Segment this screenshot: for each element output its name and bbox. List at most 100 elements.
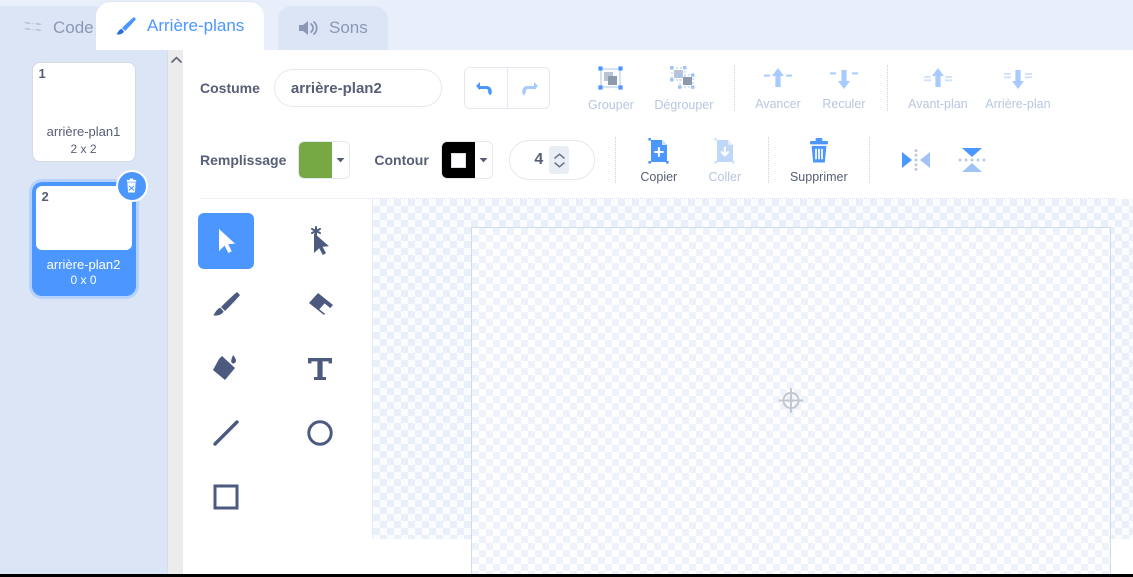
backdrop-number: 1 <box>38 66 46 81</box>
stroke-width-field[interactable]: 4 <box>508 140 595 180</box>
rect-tool[interactable] <box>198 469 254 525</box>
workspace <box>184 199 1133 577</box>
flip-horizontal-button[interactable] <box>888 147 944 173</box>
undo-icon <box>475 82 492 96</box>
outline-color-preview <box>441 142 475 178</box>
eraser-tool[interactable] <box>292 277 348 333</box>
toolbar-divider <box>886 65 888 111</box>
backdrop-name: arrière-plan1 <box>46 124 121 139</box>
paintbrush-icon <box>114 15 138 37</box>
group-icon <box>598 65 623 90</box>
fill-color-preview <box>299 142 333 178</box>
flip-vertical-button[interactable] <box>944 145 1000 175</box>
brush-tool[interactable] <box>198 277 254 333</box>
fill-tool[interactable] <box>198 341 254 397</box>
backdrop-thumbnail-2: 2 <box>35 186 132 250</box>
forward-label: Avancer <box>755 96 801 111</box>
delete-backdrop-button[interactable] <box>115 170 148 202</box>
copy-button[interactable]: Copier <box>626 137 692 184</box>
outline-color-swatch[interactable] <box>440 141 493 179</box>
backdrop-thumbnail-1: 1 arrière-plan1 2 x 2 <box>31 62 136 162</box>
toolbar-row-costume: Costume arrière-plan2 Grouper Dégrouper … <box>184 50 1133 122</box>
chevron-down-icon <box>554 161 565 168</box>
toolbar-divider <box>614 137 616 183</box>
paint-canvas[interactable] <box>471 227 1111 577</box>
undo-button[interactable] <box>464 68 507 108</box>
chevron-down-icon <box>332 142 350 178</box>
outline-label: Contour <box>374 152 429 168</box>
backdrop-size: 0 x 0 <box>70 273 97 287</box>
reshape-tool[interactable] <box>292 213 348 269</box>
text-icon <box>308 358 332 380</box>
fill-label: Remplissage <box>200 152 287 168</box>
paste-button[interactable]: Coller <box>692 137 758 184</box>
circle-tool[interactable] <box>292 405 348 461</box>
code-icon <box>22 19 44 37</box>
backdrop-size: 2 x 2 <box>70 142 97 156</box>
backward-button[interactable]: Reculer <box>811 66 877 111</box>
reshape-cursor-icon <box>311 226 329 255</box>
backdrop-list-sidebar: 1 arrière-plan1 2 x 2 2 arrière-plan2 0 … <box>0 50 167 577</box>
ungroup-label: Dégrouper <box>654 97 714 112</box>
delete-button[interactable]: Supprimer <box>779 137 859 184</box>
line-tool[interactable] <box>198 405 254 461</box>
backward-label: Reculer <box>822 96 866 111</box>
tab-label-backdrops: Arrière-plans <box>147 16 245 35</box>
select-tool[interactable] <box>198 213 254 269</box>
delete-label: Supprimer <box>789 169 848 184</box>
sidebar-scrollbar[interactable] <box>167 50 183 577</box>
toolbar-divider <box>868 137 870 183</box>
front-label: Avant-plan <box>908 96 968 111</box>
text-tool[interactable] <box>292 341 348 397</box>
undo-redo-group <box>463 67 550 109</box>
costume-label: Costume <box>200 80 260 96</box>
rectangle-icon <box>213 484 239 510</box>
stroke-width-value: 4 <box>534 151 544 168</box>
chevron-up-icon <box>554 152 565 159</box>
forward-button[interactable]: Avancer <box>745 66 811 111</box>
backdrop-name: arrière-plan2 <box>46 257 121 272</box>
paintbrush-icon <box>213 292 240 316</box>
ungroup-button[interactable]: Dégrouper <box>644 65 724 112</box>
send-to-back-button[interactable]: Arrière-plan <box>978 66 1058 111</box>
stroke-width-stepper[interactable] <box>549 146 570 174</box>
arrow-down-backward-icon <box>829 69 858 89</box>
redo-button[interactable] <box>506 68 549 108</box>
eraser-icon <box>309 293 333 315</box>
flip-horizontal-icon <box>901 149 930 171</box>
tab-sounds[interactable]: Sons <box>278 6 388 50</box>
tab-backdrops[interactable]: Arrière-plans <box>96 2 265 50</box>
tool-palette <box>184 199 374 539</box>
fill-color-swatch[interactable] <box>298 141 351 179</box>
tab-bar: Code Arrière-plans Sons <box>0 0 1133 50</box>
scratch-paint-editor: Code Arrière-plans Sons 1 arrière-plan1 … <box>0 0 1133 577</box>
tab-label-sounds: Sons <box>329 18 368 37</box>
copy-icon <box>648 137 669 164</box>
group-label: Grouper <box>587 97 634 112</box>
back-label: Arrière-plan <box>985 96 1051 111</box>
paint-canvas-area[interactable] <box>372 199 1133 577</box>
backdrop-item-2[interactable]: 2 arrière-plan2 0 x 0 <box>31 170 148 296</box>
paint-editor: Costume arrière-plan2 Grouper Dégrouper … <box>184 50 1133 577</box>
backdrop-meta: arrière-plan2 0 x 0 <box>36 250 132 292</box>
ungroup-icon <box>669 65 695 89</box>
arrow-up-front-icon <box>923 67 952 87</box>
trash-icon <box>809 137 828 162</box>
paint-bucket-icon <box>213 355 236 380</box>
copy-label: Copier <box>640 169 678 184</box>
bring-to-front-button[interactable]: Avant-plan <box>898 66 978 111</box>
crosshair-icon <box>778 388 804 419</box>
backdrop-number: 2 <box>41 189 49 204</box>
speaker-icon <box>296 19 320 37</box>
toolbar-divider <box>733 65 735 111</box>
arrow-up-forward-icon <box>763 67 792 87</box>
backdrop-item-1[interactable]: 1 arrière-plan1 2 x 2 <box>31 62 136 162</box>
line-icon <box>213 420 239 446</box>
tab-label-code: Code <box>53 18 94 37</box>
chevron-up-icon[interactable] <box>168 52 184 68</box>
circle-icon <box>307 420 333 446</box>
paste-label: Coller <box>708 169 742 184</box>
costume-name-input[interactable] <box>273 69 442 107</box>
arrow-down-back-icon <box>1003 69 1032 89</box>
group-button[interactable]: Grouper <box>578 65 644 112</box>
